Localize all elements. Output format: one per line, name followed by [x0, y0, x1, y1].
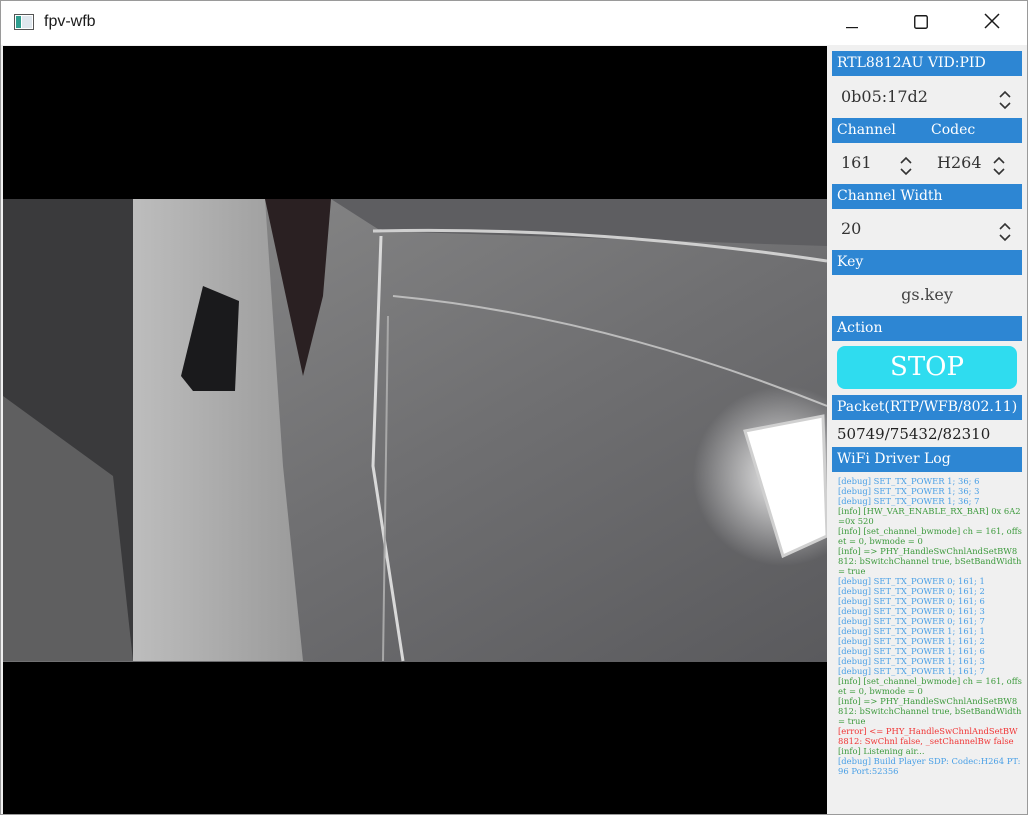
log-line: [debug] SET_TX_POWER 1; 161; 2	[838, 636, 985, 646]
close-icon	[984, 13, 1000, 33]
log-line: [error] <= PHY_HandleSwChnlAndSetBW8812:…	[838, 726, 1018, 746]
key-field[interactable]: gs.key	[832, 279, 1022, 310]
log-line: [debug] SET_TX_POWER 0; 161; 3	[838, 606, 985, 616]
app-window-icon	[14, 14, 34, 30]
up-down-chevron-icon[interactable]	[998, 87, 1012, 110]
channel-select[interactable]: 161	[832, 145, 926, 181]
log-line: [info] Listening air...	[838, 746, 925, 756]
log-line: [debug] SET_TX_POWER 1; 36; 6	[838, 476, 980, 486]
channel-width-header: Channel Width	[832, 184, 1022, 209]
packet-header: Packet(RTP/WFB/802.11)	[832, 395, 1022, 420]
maximize-icon	[914, 14, 928, 33]
log-line: [info] [set_channel_bwmode] ch = 161, of…	[838, 526, 1022, 546]
control-sidebar: RTL8812AU VID:PID 0b05:17d2 Channel Code…	[828, 46, 1027, 814]
packet-counts: 50749/75432/82310	[837, 425, 991, 443]
device-value: 0b05:17d2	[841, 87, 928, 106]
channel-codec-header: Channel Codec	[832, 118, 1022, 143]
device-header: RTL8812AU VID:PID	[832, 51, 1022, 76]
channel-width-value: 20	[841, 219, 862, 238]
channel-width-select[interactable]: 20	[832, 211, 1022, 247]
minimize-icon	[846, 14, 858, 33]
minimize-button[interactable]	[823, 1, 881, 45]
up-down-chevron-icon[interactable]	[992, 153, 1006, 176]
channel-value: 161	[841, 153, 872, 172]
stop-button[interactable]: STOP	[837, 346, 1017, 389]
log-line: [info] => PHY_HandleSwChnlAndSetBW8812: …	[838, 546, 1022, 576]
video-player[interactable]	[3, 46, 827, 814]
device-select[interactable]: 0b05:17d2	[832, 79, 1022, 115]
log-line: [info] [set_channel_bwmode] ch = 161, of…	[838, 676, 1022, 696]
log-line: [debug] SET_TX_POWER 0; 161; 6	[838, 596, 985, 606]
log-line: [debug] SET_TX_POWER 1; 36; 7	[838, 496, 980, 506]
codec-value: H264	[937, 153, 982, 172]
log-line: [debug] SET_TX_POWER 1; 161; 1	[838, 626, 985, 636]
close-button[interactable]	[963, 1, 1021, 45]
codec-select[interactable]: H264	[928, 145, 1022, 181]
log-line: [debug] SET_TX_POWER 1; 161; 6	[838, 646, 985, 656]
maximize-button[interactable]	[892, 1, 950, 45]
log-line: [info] => PHY_HandleSwChnlAndSetBW8812: …	[838, 696, 1022, 726]
log-line: [debug] SET_TX_POWER 0; 161; 7	[838, 616, 985, 626]
log-header: WiFi Driver Log	[832, 447, 1022, 472]
key-header: Key	[832, 250, 1022, 275]
log-line: [debug] Build Player SDP: Codec:H264 PT:…	[838, 756, 1021, 776]
codec-header: Codec	[931, 122, 976, 138]
window-title: fpv-wfb	[44, 13, 96, 30]
log-line: [debug] SET_TX_POWER 1; 161; 7	[838, 666, 985, 676]
log-line: [info] [HW_VAR_ENABLE_RX_BAR] 0x 6A2=0x …	[838, 506, 1021, 526]
log-line: [debug] SET_TX_POWER 1; 161; 3	[838, 656, 985, 666]
action-header: Action	[832, 316, 1022, 341]
title-bar[interactable]: fpv-wfb	[1, 1, 1027, 45]
driver-log[interactable]: [debug] SET_TX_POWER 1; 36; 6 [debug] SET…	[832, 475, 1022, 809]
up-down-chevron-icon[interactable]	[998, 219, 1012, 242]
channel-header: Channel	[837, 122, 896, 138]
up-down-chevron-icon[interactable]	[899, 153, 913, 176]
log-line: [debug] SET_TX_POWER 0; 161; 2	[838, 586, 985, 596]
app-window: fpv-wfb RTL8812AU VID:PID 0b05:17d2 Chan…	[0, 0, 1028, 815]
log-line: [debug] SET_TX_POWER 0; 161; 1	[838, 576, 985, 586]
video-frame	[3, 46, 827, 814]
log-line: [debug] SET_TX_POWER 1; 36; 3	[838, 486, 980, 496]
